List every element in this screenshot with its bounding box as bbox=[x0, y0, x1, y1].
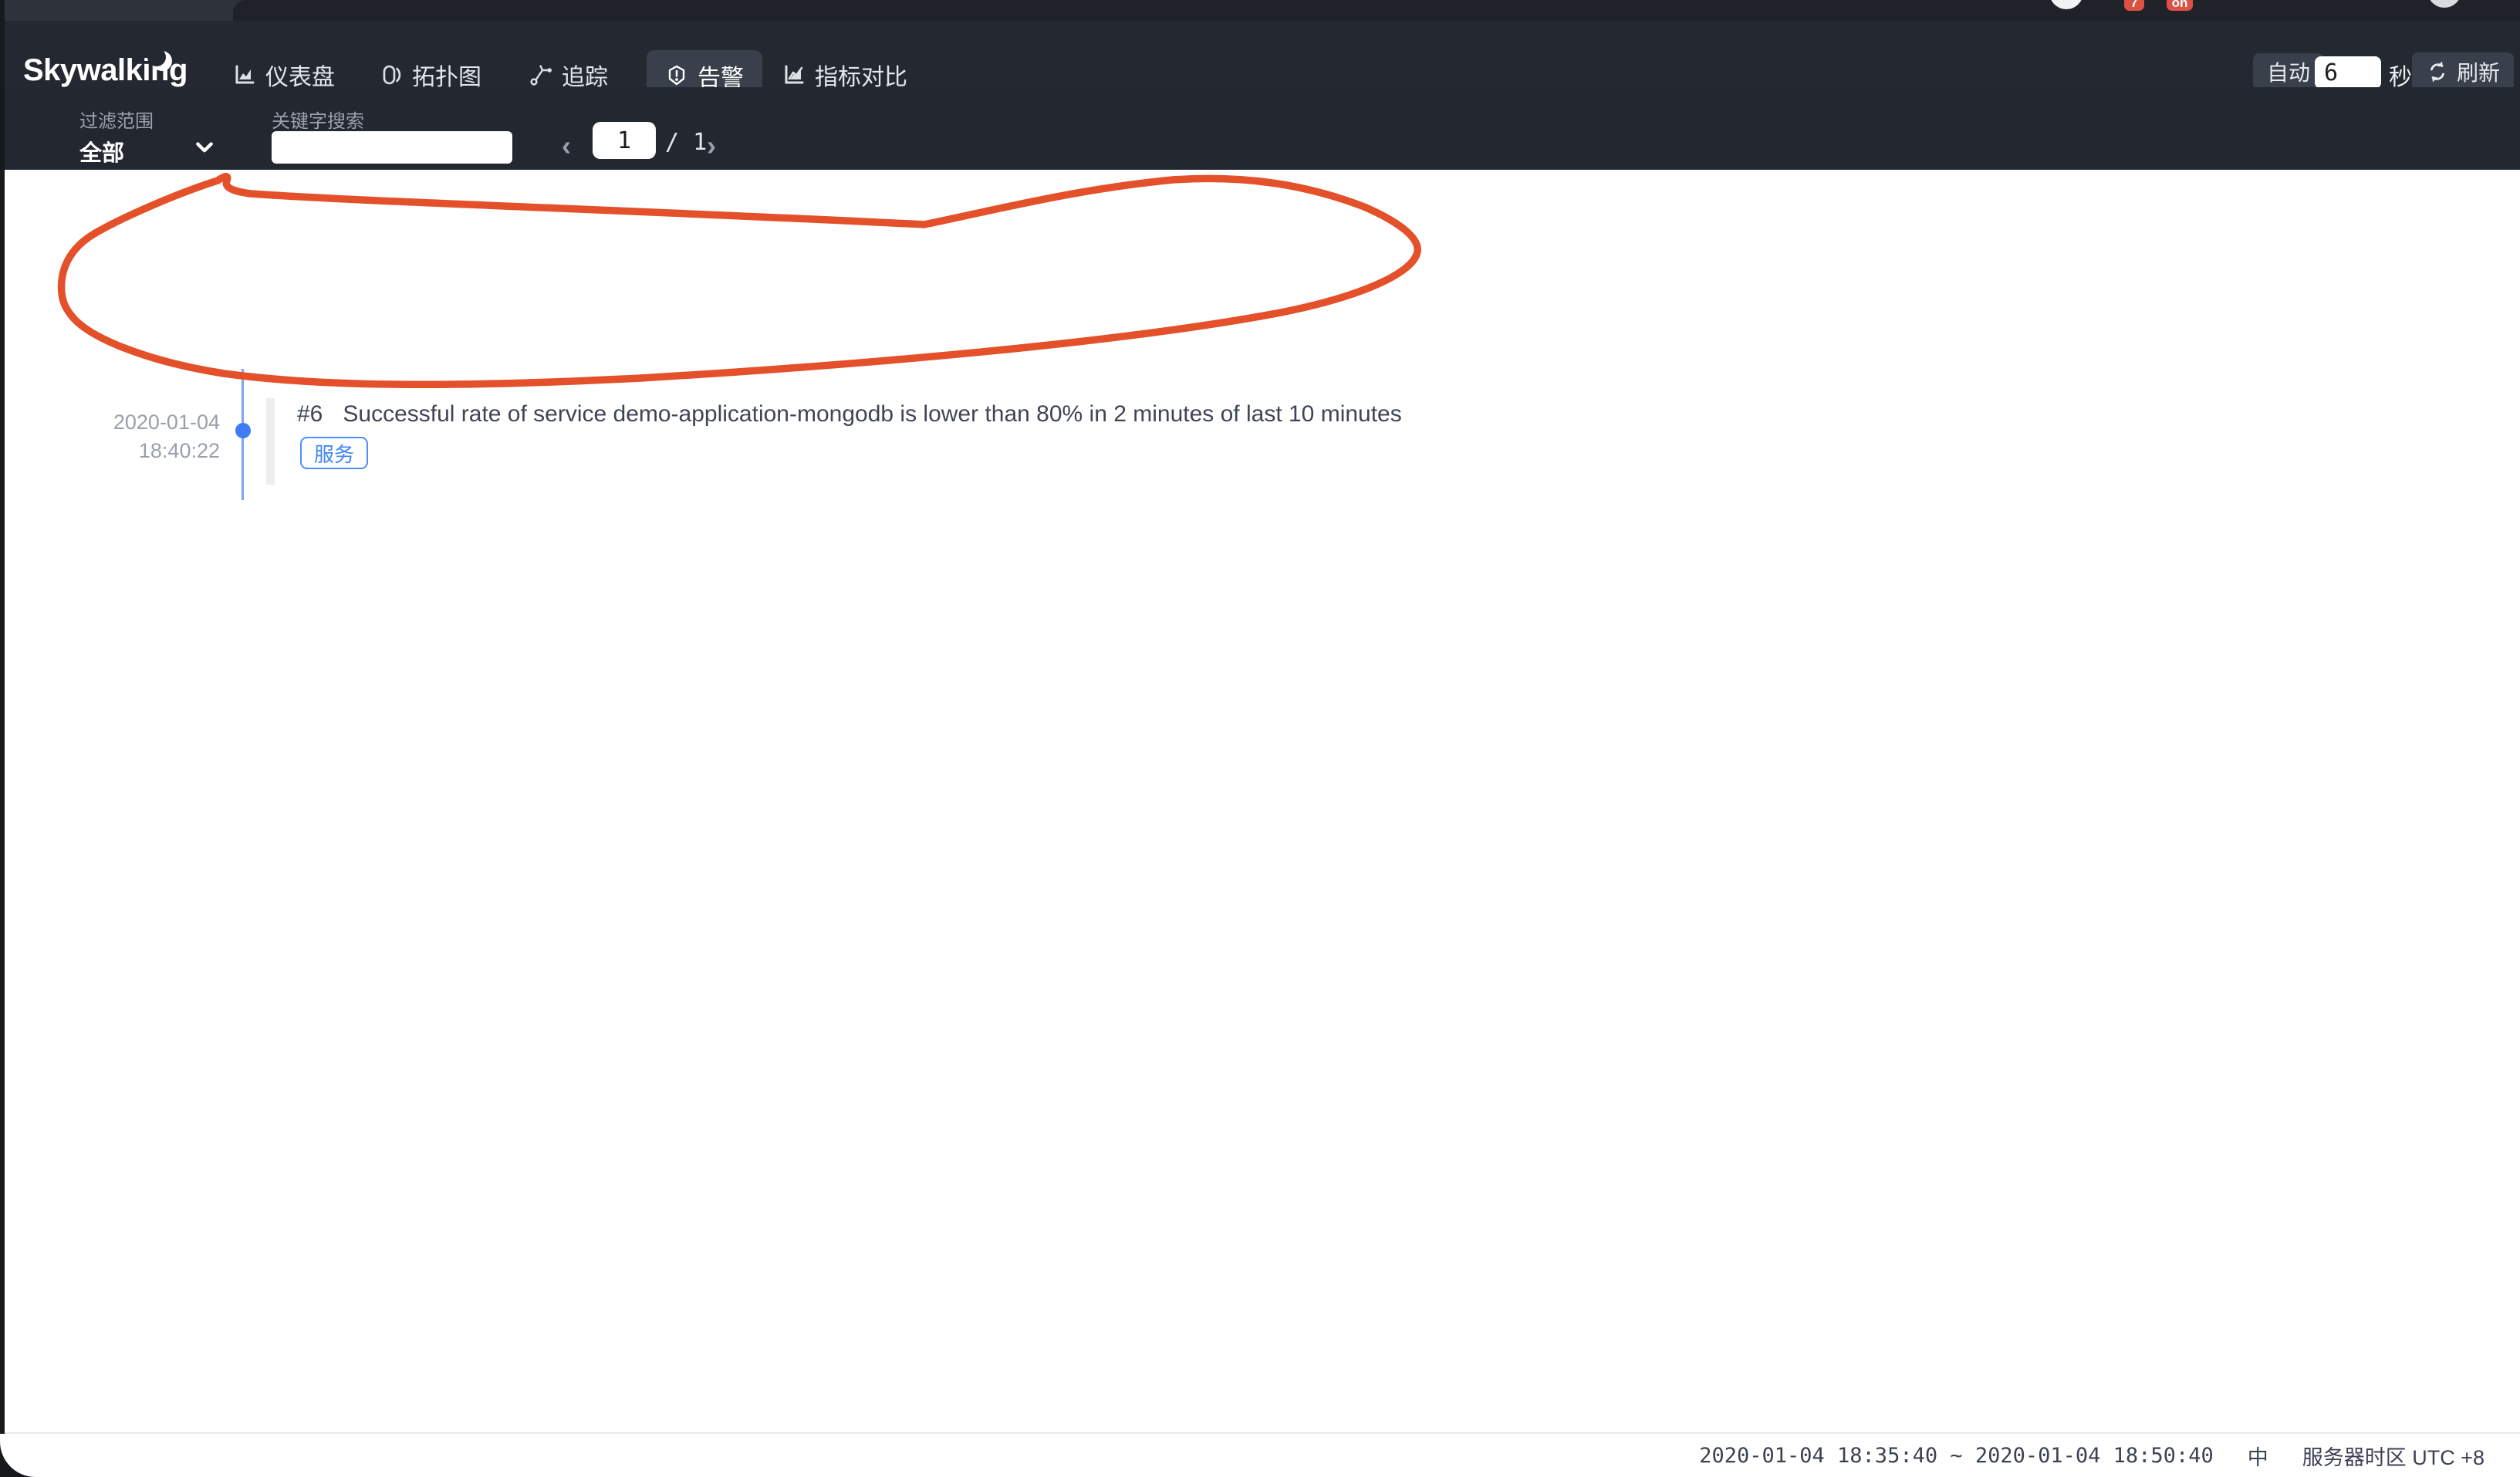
auto-refresh-label: 自动 bbox=[2267, 56, 2310, 87]
next-page-chevron-icon[interactable]: › bbox=[707, 132, 716, 160]
chevron-down-icon[interactable] bbox=[194, 140, 215, 157]
footer-time-range: 2020-01-04 18:35:40 ~ 2020-01-04 18:50:4… bbox=[1699, 1444, 2213, 1468]
current-page-box[interactable]: 1 bbox=[593, 122, 656, 159]
current-page-value: 1 bbox=[617, 127, 631, 154]
footer-status-bar: 2020-01-04 18:35:40 ~ 2020-01-04 18:50:4… bbox=[0, 1432, 2520, 1477]
refresh-label: 刷新 bbox=[2457, 56, 2500, 87]
auto-refresh-button[interactable]: 自动 bbox=[2253, 53, 2324, 90]
browser-toolbar-strip: 7 on bbox=[0, 0, 2520, 21]
filter-scope-label: 过滤范围 bbox=[79, 106, 154, 133]
trace-icon bbox=[529, 63, 552, 86]
alarm-message: Successful rate of service demo-applicat… bbox=[343, 401, 1401, 428]
refresh-icon bbox=[2426, 60, 2449, 83]
keyword-search-input[interactable] bbox=[272, 131, 512, 164]
timeline-dot-icon bbox=[235, 423, 251, 438]
timeline-track bbox=[266, 398, 275, 485]
footer-timezone: 服务器时区 UTC +8 bbox=[2302, 1441, 2485, 1471]
extension-badge-count: 7 bbox=[2124, 0, 2144, 11]
alarm-id: #6 bbox=[297, 401, 323, 428]
refresh-interval-input[interactable] bbox=[2315, 56, 2381, 89]
total-pages-label: / 1 bbox=[665, 129, 707, 156]
crescent-logo-icon bbox=[147, 46, 176, 76]
window-left-edge bbox=[0, 0, 5, 1477]
alarm-time: 18:40:22 bbox=[46, 439, 220, 463]
filter-bar: 过滤范围 全部 关键字搜索 ‹ 1 / 1 › bbox=[0, 87, 2520, 170]
alarm-scope-tag[interactable]: 服务 bbox=[300, 437, 368, 469]
topology-icon bbox=[380, 63, 403, 86]
alarm-message-row: #6 Successful rate of service demo-appli… bbox=[297, 401, 1402, 428]
extension-badge-on: on bbox=[2167, 0, 2193, 11]
language-toggle[interactable]: 中 bbox=[2248, 1441, 2268, 1471]
refresh-button[interactable]: 刷新 bbox=[2412, 52, 2514, 91]
metrics-compare-icon bbox=[782, 63, 806, 86]
alarm-icon bbox=[665, 64, 688, 87]
alarm-date: 2020-01-04 bbox=[46, 411, 220, 434]
dashboard-chart-icon bbox=[233, 63, 256, 86]
prev-page-chevron-icon[interactable]: ‹ bbox=[562, 132, 571, 160]
filter-scope-value[interactable]: 全部 bbox=[79, 135, 124, 167]
alarm-scope-tag-label: 服务 bbox=[314, 439, 354, 468]
alarm-list: 2020-01-04 18:40:22 #6 Successful rate o… bbox=[0, 170, 2520, 1432]
app-navbar: Skywalking Rocketbot 仪表盘 拓扑图 追踪 bbox=[0, 21, 2520, 87]
keyword-search-label: 关键字搜索 bbox=[272, 106, 364, 133]
